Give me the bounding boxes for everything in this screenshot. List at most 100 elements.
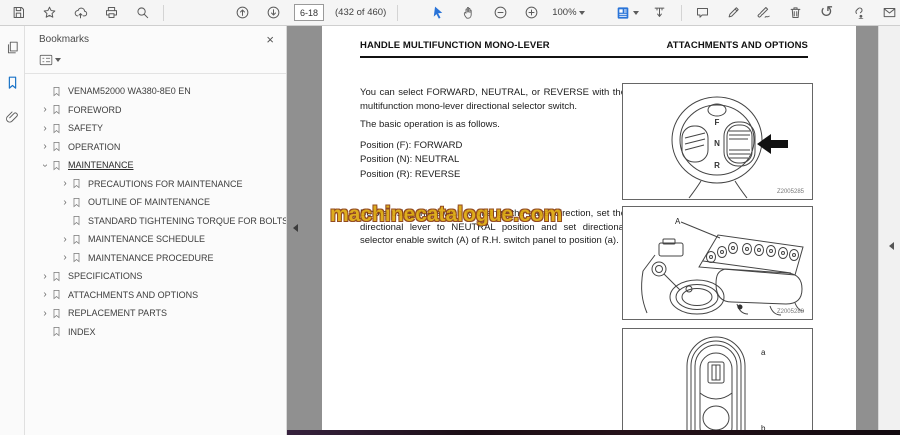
position-line: Position (N): NEUTRAL (360, 154, 460, 166)
figure-label-a: a (761, 348, 766, 357)
star-button[interactable] (39, 3, 59, 23)
bookmark-item[interactable]: › OUTLINE OF MAINTENANCE (25, 193, 286, 212)
bookmark-icon (73, 216, 80, 226)
bookmark-item[interactable]: › PRECAUTIONS FOR MAINTENANCE (25, 175, 286, 194)
rotate-button[interactable]: ↺ (817, 3, 837, 23)
zoom-level-dropdown[interactable]: 100% (552, 7, 585, 18)
document-area: HANDLE MULTIFUNCTION MONO-LEVER ATTACHME… (287, 26, 900, 435)
figure-rocker-switch: a b Z2005290 (622, 328, 813, 435)
bookmark-icon (53, 142, 60, 152)
bookmark-item[interactable]: › MAINTENANCE PROCEDURE (25, 249, 286, 268)
chevron-icon[interactable]: › (59, 178, 71, 189)
page-header-left: HANDLE MULTIFUNCTION MONO-LEVER (360, 40, 550, 51)
chevron-icon[interactable]: › (39, 308, 51, 319)
bookmark-options-icon (39, 54, 53, 66)
page-header-right: ATTACHMENTS AND OPTIONS (666, 40, 808, 51)
bookmark-item[interactable]: › MAINTENANCE (25, 156, 286, 175)
bookmark-item[interactable]: › FOREWORD (25, 101, 286, 120)
collapse-sidebar-handle[interactable] (289, 224, 298, 232)
bookmark-item-label: STANDARD TIGHTENING TORQUE FOR BOLTS AND… (88, 215, 287, 226)
chevron-icon[interactable]: › (40, 159, 51, 171)
bookmark-item[interactable]: VENAM52000 WA380-8E0 EN (25, 82, 286, 101)
bookmark-item-label: SAFETY (68, 123, 104, 134)
highlight-button[interactable] (724, 3, 744, 23)
save-button[interactable] (8, 3, 28, 23)
close-panel-button[interactable]: × (266, 33, 274, 46)
bookmark-item[interactable]: › ATTACHMENTS AND OPTIONS (25, 286, 286, 305)
share-link-button[interactable] (848, 3, 868, 23)
chevron-down-icon (55, 58, 61, 65)
comment-button[interactable] (693, 3, 713, 23)
figure-id: Z2005285 (777, 189, 805, 195)
hand-tool-button[interactable] (459, 3, 479, 23)
bookmark-item[interactable]: › OPERATION (25, 138, 286, 157)
figure-label-R: R (714, 161, 720, 170)
position-line: Position (F): FORWARD (360, 140, 463, 152)
fill-sign-button[interactable] (755, 3, 775, 23)
star-icon (43, 6, 55, 18)
bookmark-item[interactable]: › SPECIFICATIONS (25, 267, 286, 286)
highlight-icon (728, 7, 739, 18)
page-display-icon (617, 6, 628, 19)
zoom-out-button[interactable] (490, 3, 510, 23)
bottom-watermark-bar (287, 430, 900, 435)
chevron-icon[interactable]: › (39, 141, 51, 152)
bookmark-item-label: ATTACHMENTS AND OPTIONS (68, 289, 199, 300)
toolbar-divider (397, 4, 399, 21)
trash-icon (790, 7, 801, 18)
bookmark-item[interactable]: INDEX (25, 323, 286, 342)
bookmark-tree: VENAM52000 WA380-8E0 EN › FOREWORD › SAFETY ›… (25, 74, 287, 342)
share-link-icon (855, 7, 864, 19)
page-thumbnails-button[interactable] (5, 40, 20, 60)
bookmark-item-label: REPLACEMENT PARTS (68, 308, 168, 319)
chevron-icon[interactable]: › (39, 123, 51, 134)
figure-label-A: A (675, 217, 681, 226)
page-down-icon (267, 6, 279, 19)
chevron-icon[interactable]: › (59, 234, 71, 245)
bookmark-icon (73, 197, 80, 208)
bookmark-item-label: MAINTENANCE PROCEDURE (88, 252, 214, 263)
bookmarks-panel-button[interactable] (5, 75, 20, 95)
zoom-level-label: 100% (552, 7, 577, 18)
page-display-button[interactable] (615, 5, 639, 21)
bookmark-item[interactable]: STANDARD TIGHTENING TORQUE FOR BOLTS AND… (25, 212, 286, 231)
page-header: HANDLE MULTIFUNCTION MONO-LEVER ATTACHME… (360, 40, 808, 58)
toolbar-divider (163, 4, 164, 21)
search-button[interactable] (132, 3, 152, 23)
bookmark-icon (53, 271, 60, 282)
attachments-panel-button[interactable] (5, 110, 20, 130)
scroll-mode-button[interactable] (650, 3, 670, 23)
chevron-icon[interactable]: › (59, 252, 71, 263)
figure-switch-panel: A Z2005288 (622, 206, 813, 320)
print-button[interactable] (101, 3, 121, 23)
bookmark-icon (53, 160, 60, 171)
chevron-icon[interactable]: › (59, 197, 71, 208)
navigation-rail (0, 26, 25, 435)
chevron-icon[interactable]: › (39, 271, 51, 282)
delete-button[interactable] (786, 3, 806, 23)
bookmark-item-label: PRECAUTIONS FOR MAINTENANCE (88, 178, 243, 189)
bookmark-item[interactable]: › REPLACEMENT PARTS (25, 304, 286, 323)
bookmark-item[interactable]: › SAFETY (25, 119, 286, 138)
page-number-input[interactable] (294, 4, 324, 21)
cloud-upload-button[interactable] (70, 3, 90, 23)
select-tool-button[interactable] (428, 3, 448, 23)
toolbar-divider (680, 4, 682, 21)
figure-label-N: N (714, 139, 720, 148)
zoom-in-button[interactable] (521, 3, 541, 23)
expand-tools-handle[interactable] (885, 242, 894, 250)
attachments-icon (5, 111, 18, 123)
print-icon (105, 7, 117, 18)
bookmark-item-label: INDEX (68, 326, 96, 337)
previous-page-button[interactable] (232, 3, 252, 23)
paragraph: The basic operation is as follows. (360, 119, 500, 130)
chevron-icon[interactable]: › (39, 289, 51, 300)
chevron-icon[interactable]: › (39, 104, 51, 115)
bookmark-options-button[interactable] (39, 54, 61, 66)
bookmark-icon (53, 327, 60, 337)
select-cursor-icon (433, 6, 442, 19)
next-page-button[interactable] (263, 3, 283, 23)
email-button[interactable] (880, 3, 900, 23)
tools-pane-collapsed (878, 26, 900, 435)
bookmark-item[interactable]: › MAINTENANCE SCHEDULE (25, 230, 286, 249)
